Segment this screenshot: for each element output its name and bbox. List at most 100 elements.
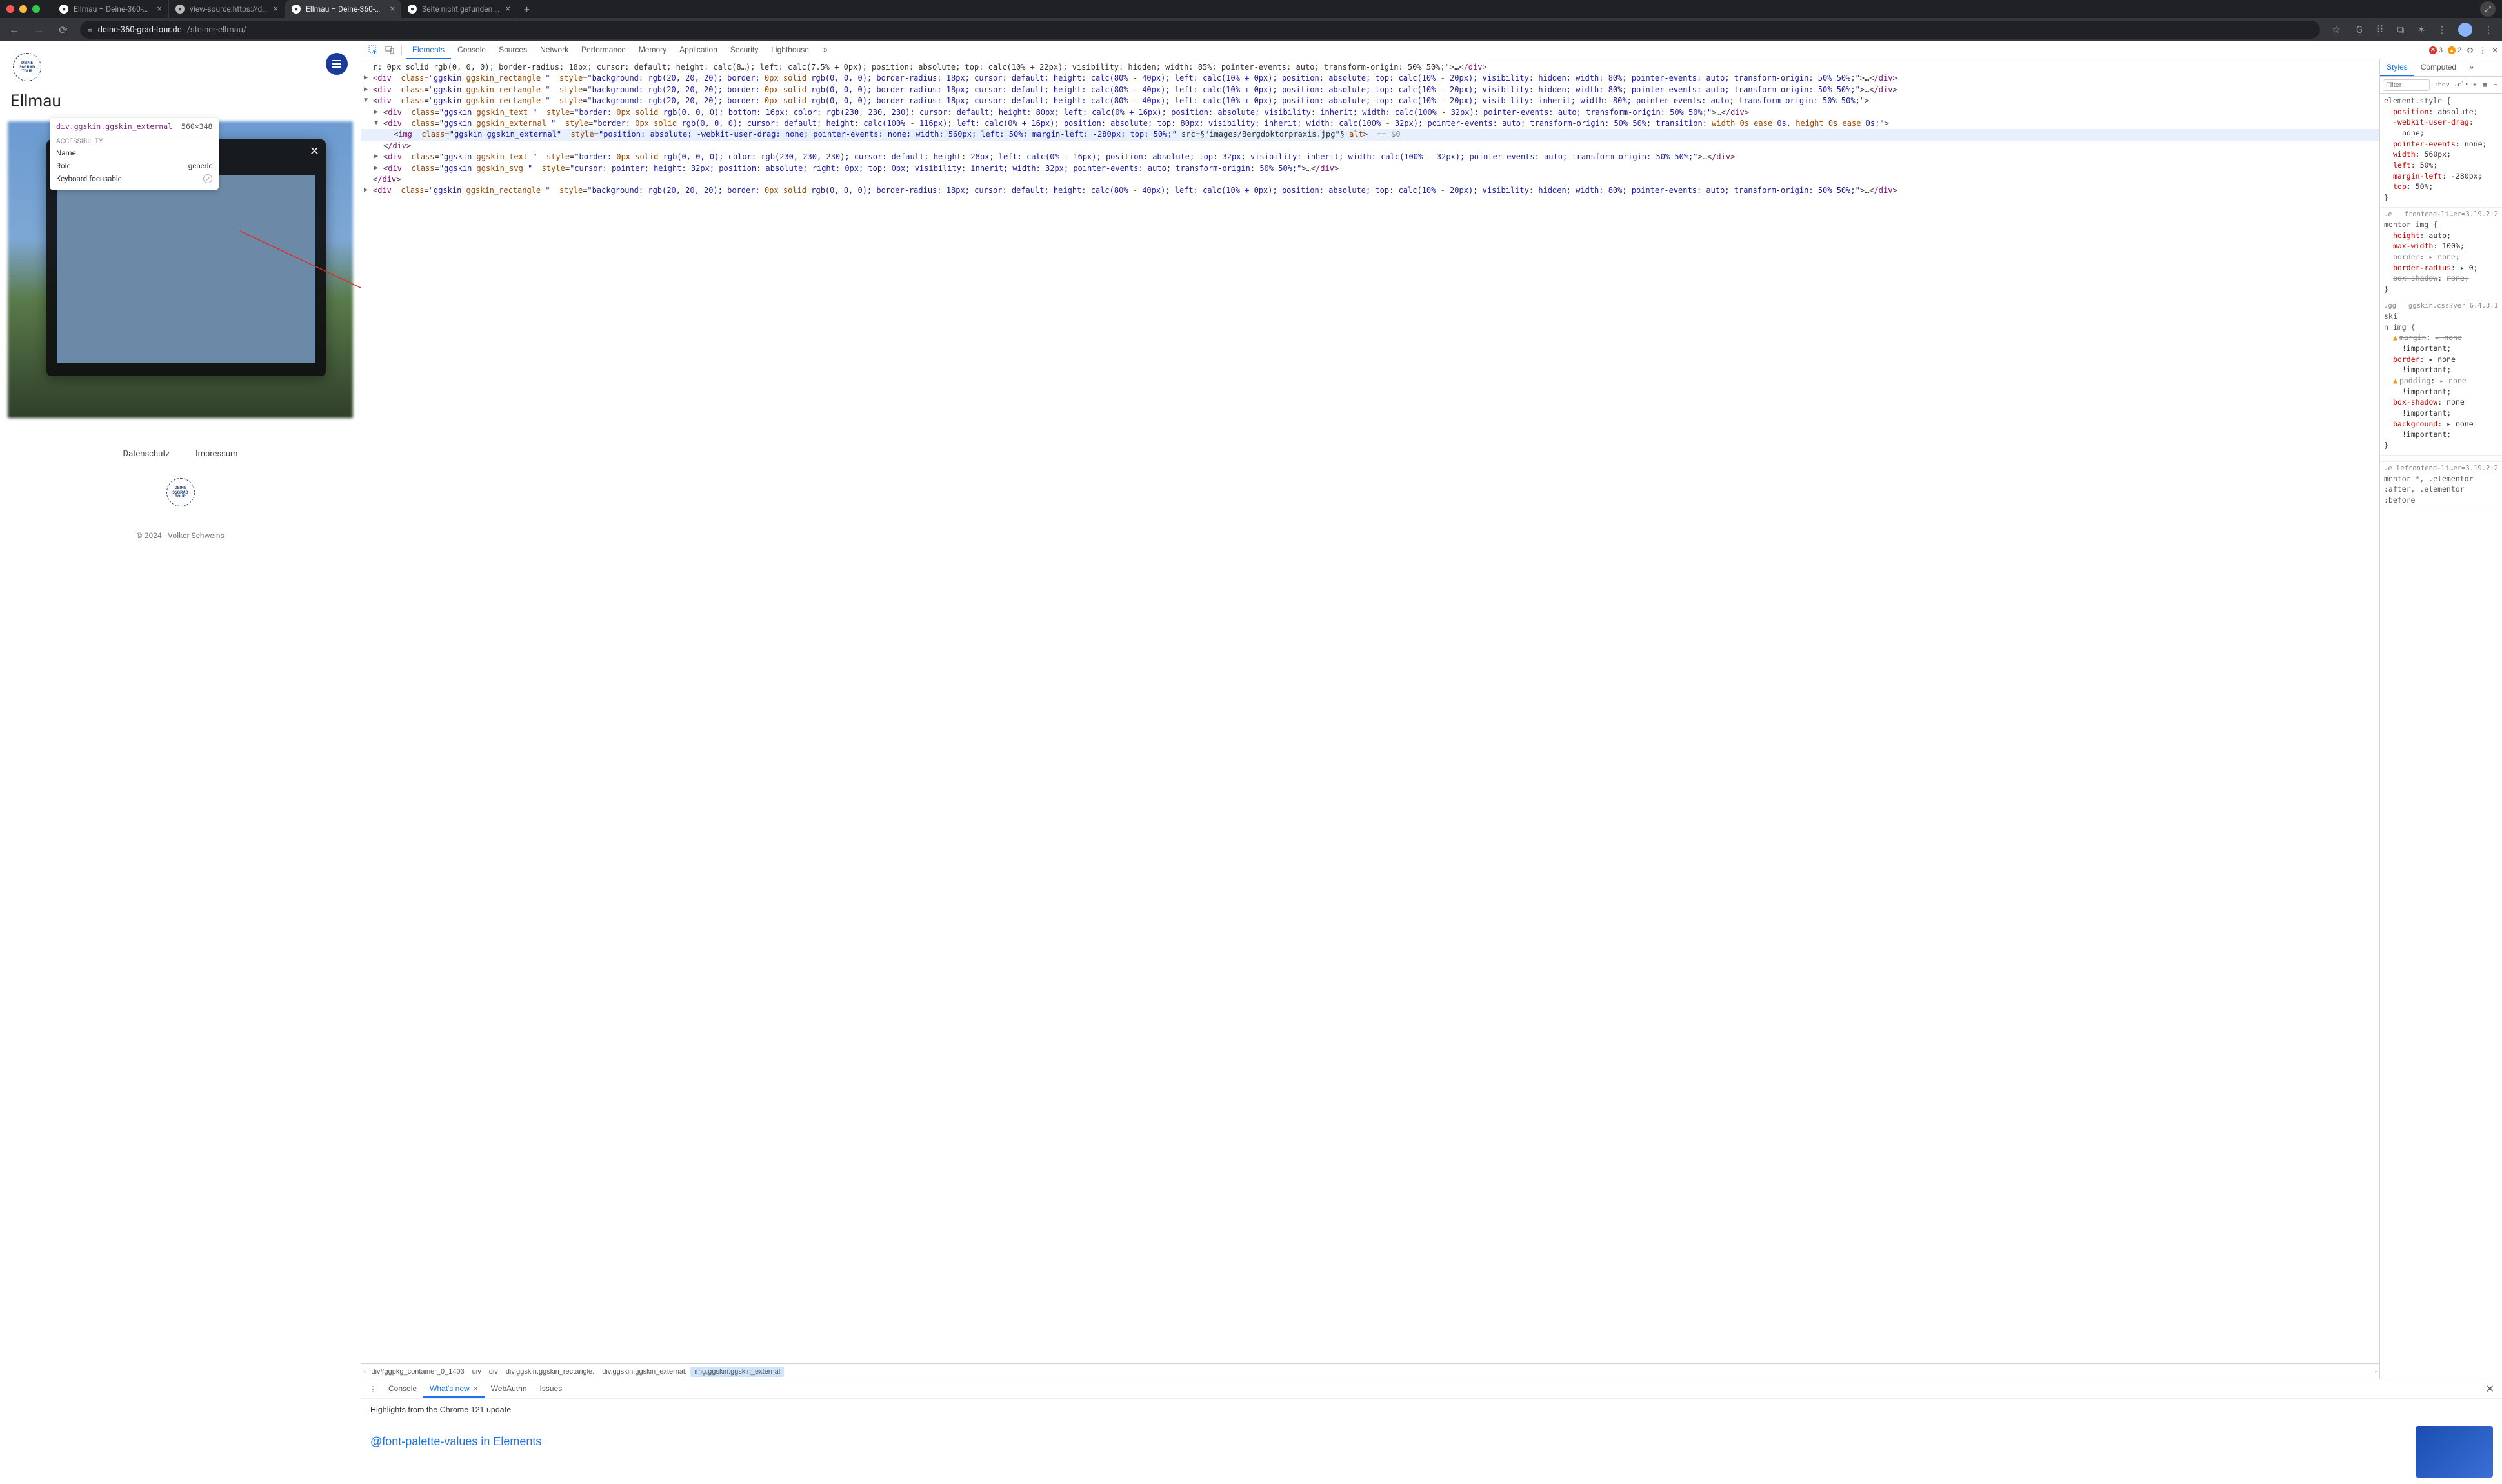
styles-tab-computed[interactable]: Computed [2414,59,2463,76]
error-count[interactable]: ✕3 [2429,46,2443,54]
style-rules[interactable]: element.style {position: absolute;-webki… [2380,94,2502,1379]
devtools-tab-application[interactable]: Application [673,41,724,59]
close-icon[interactable]: ✕ [310,145,319,158]
inspect-element-icon[interactable] [365,43,381,58]
devtools-tab-memory[interactable]: Memory [632,41,673,59]
footer-link[interactable]: Impressum [195,449,237,459]
popup-image [57,175,315,363]
dom-line[interactable]: ▶<div class="ggskin ggskin_text " style=… [361,152,2379,163]
dom-line[interactable]: </div> [361,174,2379,185]
panorama-more-icon[interactable]: … [9,270,16,280]
breadcrumb-item[interactable]: div [468,1367,485,1377]
forward-button[interactable]: → [31,23,46,36]
drawer-illustration [2416,1426,2493,1478]
profile-avatar[interactable] [2458,23,2472,37]
devtools-tab-security[interactable]: Security [724,41,765,59]
favicon: ● [175,5,185,14]
toolbar-icon-3[interactable]: ✶ [2414,24,2428,35]
tab-title: Seite nicht gefunden – Deine… [422,5,501,14]
tab-close-icon[interactable]: × [390,4,395,14]
drawer-tab-close-icon[interactable]: × [474,1384,478,1393]
devtools-menu-icon[interactable]: ⋮ [2479,46,2487,55]
devtools-tab-sources[interactable]: Sources [492,41,534,59]
chrome-menu-icon[interactable]: ⋮ [2481,24,2496,35]
site-logo[interactable]: DEINE36GRADTOUR [13,53,41,81]
drawer-close-icon[interactable]: ✕ [2482,1383,2498,1396]
tab-close-icon[interactable]: × [274,4,278,14]
filter-btn[interactable]: + [2471,80,2479,90]
dom-line[interactable]: ▼<div class="ggskin ggskin_rectangle " s… [361,95,2379,106]
dom-tree[interactable]: r: 0px solid rgb(0, 0, 0); border-radius… [361,59,2379,1363]
dom-line[interactable]: ▶<div class="ggskin ggskin_rectangle " s… [361,73,2379,84]
devtools-close-icon[interactable]: ✕ [2492,46,2498,55]
breadcrumb-item[interactable]: div#ggpkg_container_0_1403 [367,1367,468,1377]
drawer-menu-icon[interactable]: ⋮ [365,1385,381,1394]
styles-filter-input[interactable] [2383,79,2430,91]
tooltip-section: ACCESSIBILITY [50,135,219,146]
menu-button[interactable] [326,53,348,75]
browser-tab[interactable]: ●Seite nicht gefunden – Deine…× [401,0,517,18]
new-tab-button[interactable]: + [517,0,536,18]
dom-line[interactable]: ▶<div class="ggskin ggskin_svg " style="… [361,163,2379,174]
minimize-window-button[interactable] [19,5,27,13]
dom-line[interactable]: </div> [361,141,2379,152]
devtools-tab-elements[interactable]: Elements [406,41,451,59]
tab-close-icon[interactable]: × [506,4,510,14]
drawer-tab-whatsnew[interactable]: What's new × [423,1381,485,1398]
styles-box-model-icon[interactable]: ▦ [2481,80,2489,90]
settings-icon[interactable]: ⚙ [2467,46,2474,55]
address-bar: ← → ⟳ ≡ deine-360-grad-tour.de/steiner-e… [0,18,2502,41]
devtools-tab-lighthouse[interactable]: Lighthouse [765,41,816,59]
dom-line[interactable]: ▶<div class="ggskin ggskin_rectangle " s… [361,85,2379,95]
styles-panel: StylesComputed» :hov.cls+ ▦ ⋯ element.st… [2379,59,2502,1379]
reload-button[interactable]: ⟳ [55,24,71,36]
breadcrumb-item[interactable]: div [485,1367,502,1377]
browser-tab[interactable]: ●Ellmau – Deine-360-Grad-T…× [285,0,401,18]
warning-count[interactable]: ▲2 [2448,46,2461,54]
dom-line[interactable]: ▶<div class="ggskin ggskin_text " style=… [361,107,2379,118]
drawer-tab-console[interactable]: Console [382,1381,423,1398]
devtools-tab-network[interactable]: Network [534,41,575,59]
toolbar-icon-1[interactable]: ⠿ [2373,24,2387,35]
dom-line[interactable]: r: 0px solid rgb(0, 0, 0); border-radius… [361,62,2379,73]
dom-line[interactable]: ▶<div class="ggskin ggskin_rectangle " s… [361,185,2379,196]
devtools-tab-console[interactable]: Console [451,41,492,59]
url-box[interactable]: ≡ deine-360-grad-tour.de/steiner-ellmau/ [80,21,2320,39]
drawer-tab-webauthn[interactable]: WebAuthn [485,1381,534,1398]
site-info-icon[interactable]: ≡ [88,25,93,35]
drawer-highlight-text: Highlights from the Chrome 121 update [370,1405,2493,1414]
close-window-button[interactable] [6,5,14,13]
crumb-left-icon[interactable]: ‹ [364,1368,366,1375]
back-button[interactable]: ← [6,23,22,36]
favicon: ● [59,5,68,14]
dom-line[interactable]: <img class="ggskin ggskin_external" styl… [361,129,2379,140]
drawer-tab-issues[interactable]: Issues [534,1381,569,1398]
browser-tab[interactable]: ●view-source:https://deine-36…× [169,0,285,18]
maximize-window-button[interactable] [32,5,40,13]
devtools-main: r: 0px solid rgb(0, 0, 0); border-radius… [361,59,2502,1379]
tab-close-icon[interactable]: × [157,4,162,14]
styles-tab-styles[interactable]: Styles [2380,59,2414,76]
toolbar-icon-4[interactable]: ⋮ [2435,24,2449,35]
crumb-right-icon[interactable]: › [2375,1368,2377,1375]
devtools-more-tabs[interactable]: » [817,41,834,59]
browser-tab[interactable]: ●Ellmau – Deine-360-Grad-To…× [53,0,169,18]
breadcrumb-item[interactable]: div.ggskin.ggskin_external. [598,1367,690,1377]
footer-link[interactable]: Datenschutz [123,449,170,459]
device-toggle-icon[interactable] [382,43,397,58]
filter-btn[interactable]: :hov [2432,80,2452,90]
expand-icon[interactable]: ⤢ [2480,1,2496,17]
toolbar-icon-0[interactable]: G [2352,24,2367,35]
panorama-overlay: ✕ Bergdoktorpraxis … div.ggskin.ggskin_e… [8,121,353,418]
filter-btn[interactable]: .cls [2452,80,2471,90]
toolbar-icon-2[interactable]: ⧉ [2394,24,2408,35]
styles-more-tabs[interactable]: » [2463,59,2480,76]
breadcrumb-item[interactable]: div.ggskin.ggskin_rectangle. [502,1367,598,1377]
bookmark-star-icon[interactable]: ☆ [2329,24,2343,35]
devtools-tab-performance[interactable]: Performance [575,41,632,59]
breadcrumb-item[interactable]: img.ggskin.ggskin_external [690,1367,784,1377]
page-header: DEINE36GRADTOUR [8,49,353,89]
styles-more-icon[interactable]: ⋯ [2492,80,2499,90]
dom-line[interactable]: ▼<div class="ggskin ggskin_external " st… [361,118,2379,129]
footer-logo[interactable]: DEINE36GRADTOUR [166,478,195,506]
